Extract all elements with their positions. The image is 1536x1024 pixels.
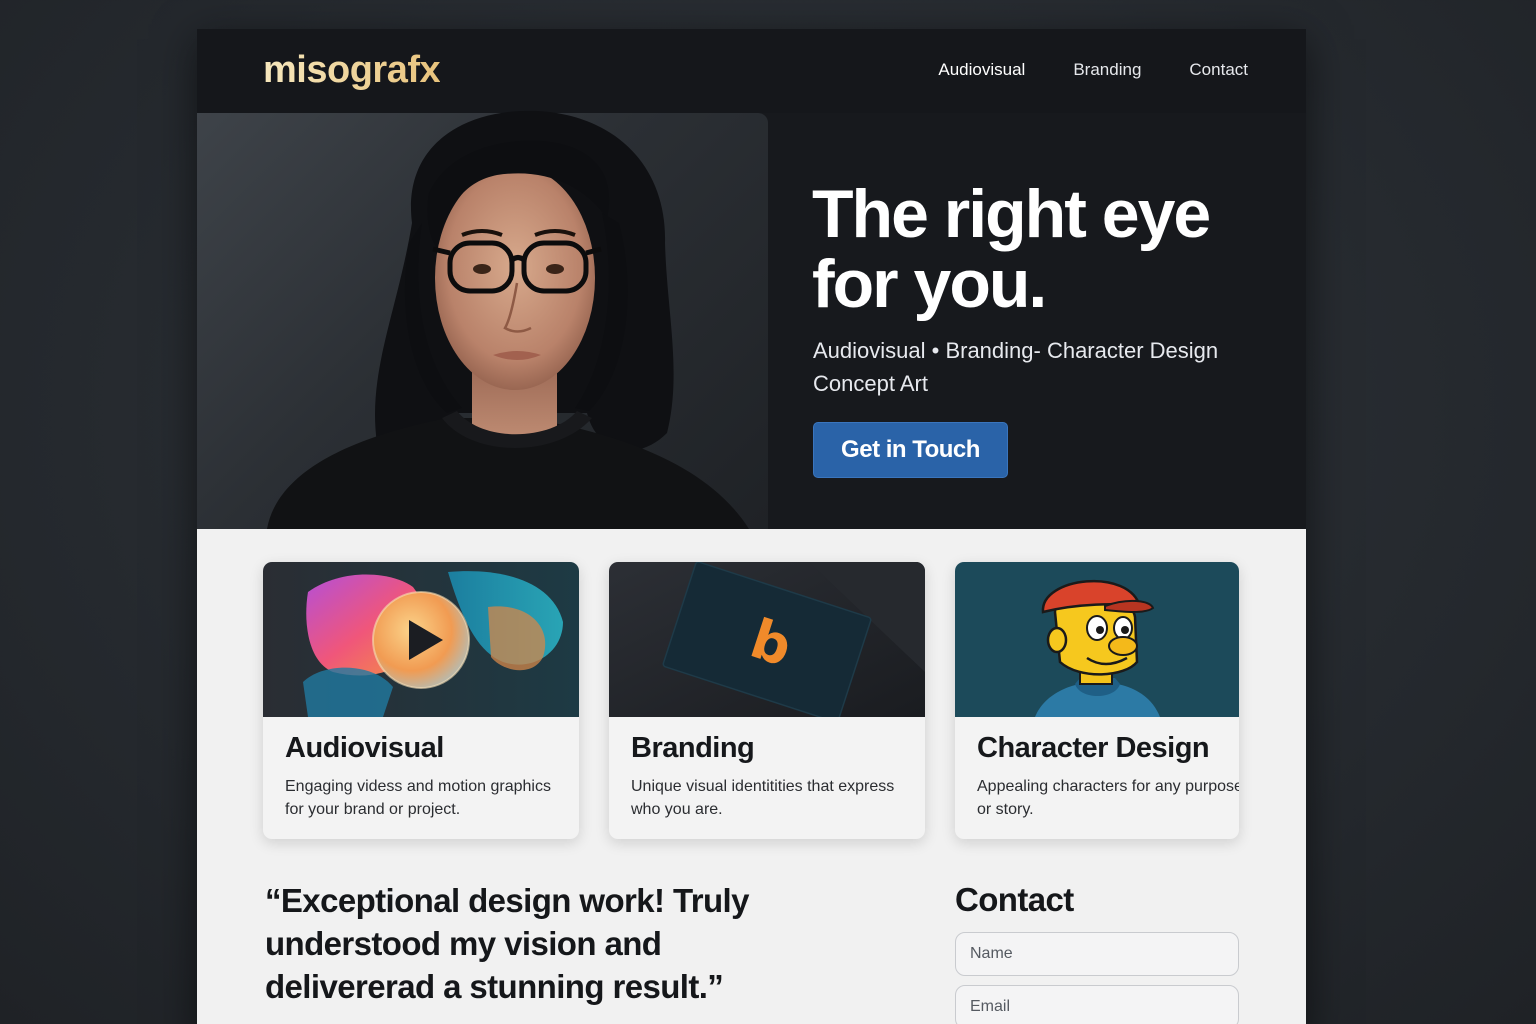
service-description: Appealing characters for any purpose or … <box>977 778 1239 818</box>
nav-item-audiovisual[interactable]: Audiovisual <box>938 60 1025 80</box>
audiovisual-thumbnail <box>263 562 579 717</box>
character-thumbnail <box>955 562 1239 717</box>
service-card-branding[interactable]: b Branding Unique visual identitities th… <box>609 562 925 839</box>
hero-section: The right eye for you. Audiovisual • Bra… <box>197 110 1306 529</box>
contact-title: Contact <box>955 881 1074 918</box>
name-field[interactable] <box>955 932 1239 976</box>
email-field[interactable] <box>955 985 1239 1024</box>
service-title: Character Design <box>977 732 1210 764</box>
service-card-character-design[interactable]: Character Design Appealing characters fo… <box>955 562 1239 839</box>
portrait-image <box>267 110 749 529</box>
website-page: misografx Audiovisual Branding Contact T… <box>197 29 1306 1024</box>
get-in-touch-button[interactable]: Get in Touch <box>813 422 1008 478</box>
branding-thumbnail: b <box>609 562 925 717</box>
service-card-audiovisual[interactable]: Audiovisual Engaging videss and motion g… <box>263 562 579 839</box>
service-description: Unique visual identitities that express … <box>631 778 895 818</box>
service-title: Audiovisual <box>285 732 444 764</box>
nav-item-branding[interactable]: Branding <box>1073 60 1141 80</box>
nav-item-contact[interactable]: Contact <box>1189 60 1248 80</box>
service-description: Engaging videss and motion graphics for … <box>285 778 551 818</box>
services-section: Audiovisual Engaging videss and motion g… <box>263 562 1240 839</box>
hero-subtitle: Audiovisual • Branding- Character Design… <box>813 338 1219 396</box>
hero-title: The right eye for you. <box>812 176 1211 322</box>
portrait-card <box>197 110 768 529</box>
testimonial-quote: “Exceptional design work! Truly understo… <box>265 882 749 1005</box>
main-nav: Audiovisual Branding Contact <box>938 60 1248 80</box>
service-title: Branding <box>631 732 755 764</box>
